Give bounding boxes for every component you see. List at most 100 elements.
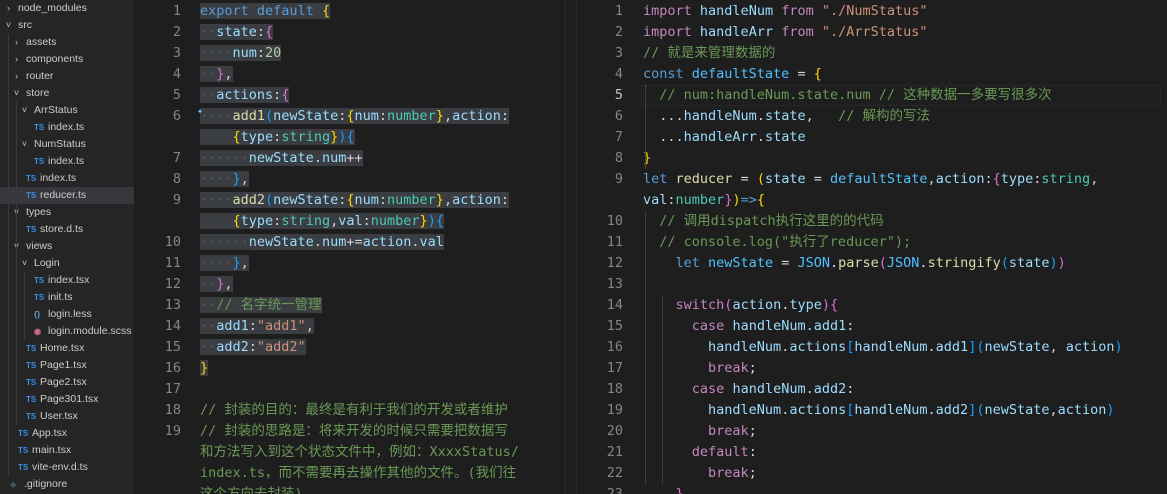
code-line[interactable]: 2 ··state:{ [135, 22, 565, 43]
code-line[interactable]: 22 break; [577, 463, 1167, 484]
code-token: let [675, 255, 700, 271]
tree-file[interactable]: TS main.tsx [0, 442, 134, 459]
code-line[interactable]: 8} [577, 148, 1167, 169]
code-line[interactable]: 1 export default { [135, 1, 565, 22]
code-token: = [773, 255, 798, 271]
code-text: // 封装的思路是：将来开发的时候只需要把数据写 [200, 421, 508, 442]
tree-file[interactable]: TS index.ts [0, 170, 134, 187]
code-line[interactable]: 12 let newState = JSON.parse(JSON.string… [577, 253, 1167, 274]
tree-file[interactable]: TS Page301.tsx [0, 391, 134, 408]
code-line[interactable]: 16} [135, 358, 565, 379]
tree-folder[interactable]: › router [0, 68, 134, 85]
code-line[interactable]: 12 ··}, [135, 274, 565, 295]
tree-file[interactable]: TS reducer.ts [0, 187, 134, 204]
code-line[interactable]: 20 break; [577, 421, 1167, 442]
tree-file[interactable]: TS index.ts [0, 119, 134, 136]
code-line[interactable]: 13 ··// 名字统一管理 [135, 295, 565, 316]
code-line[interactable]: 14 ··add1:"add1", [135, 316, 565, 337]
code-line[interactable]: 11 // console.log("执行了reducer"); [577, 232, 1167, 253]
code-line[interactable]: 7 ······newState.num++ [135, 148, 565, 169]
tree-file[interactable]: ◉ login.module.scss [0, 323, 134, 340]
code-line[interactable]: 13 [577, 274, 1167, 295]
code-line[interactable]: 9 let reducer = (state = defaultState,act… [577, 169, 1167, 190]
tree-item-label: NumStatus [34, 138, 86, 150]
code-token: state [1008, 255, 1050, 271]
code-text: ··// 名字统一管理 [200, 295, 322, 316]
code-line[interactable]: 和方法写入到这个状态文件中，例如：XxxxStatus/ [135, 442, 565, 463]
tree-file[interactable]: TS init.ts [0, 289, 134, 306]
tree-file[interactable]: TS index.tsx [0, 272, 134, 289]
tree-file[interactable]: TS Page2.tsx [0, 374, 134, 391]
tree-file[interactable]: TS App.tsx [0, 425, 134, 442]
tree-file[interactable]: TS User.tsx [0, 408, 134, 425]
code-line[interactable]: 4 ··}, [135, 64, 565, 85]
code-line[interactable]: 18 // 封装的目的：最终是有利于我们的开发或者维护 [135, 400, 565, 421]
code-line[interactable]: 19 handleNum.actions[handleNum.add2](new… [577, 400, 1167, 421]
code-line[interactable]: val:number})=>{ [577, 190, 1167, 211]
editor-split-divider[interactable] [565, 0, 577, 494]
code-line[interactable]: 17 break; [577, 358, 1167, 379]
code-line[interactable]: 19 // 封装的思路是：将来开发的时候只需要把数据写 [135, 421, 565, 442]
tree-folder[interactable]: ˅ store [0, 85, 134, 102]
tree-folder[interactable]: › assets [0, 34, 134, 51]
code-line[interactable]: 10 ······newState.num+=action.val [135, 232, 565, 253]
tree-folder[interactable]: › components [0, 51, 134, 68]
code-token: : [667, 192, 676, 208]
lightbulb-icon[interactable]: ✦ [197, 106, 209, 118]
tree-folder[interactable]: ˅ NumStatus [0, 136, 134, 153]
editor-right[interactable]: 1 import handleNum from "./NumStatus" 2 imp… [577, 0, 1167, 494]
code-line[interactable]: 这个方向去封装) [135, 484, 565, 494]
code-line[interactable]: index.ts，而不需要再去操作其他的文件。(我们往 [135, 463, 565, 484]
code-line[interactable]: 18 case handleNum.add2: [577, 379, 1167, 400]
tree-folder[interactable]: ˅views [0, 238, 134, 255]
code-line[interactable]: 2 import handleArr from "./ArrStatus" [577, 22, 1167, 43]
code-line[interactable]: 5 ··actions:{ [135, 85, 565, 106]
tree-file[interactable]: TS Page1.tsx [0, 357, 134, 374]
code-token: => [740, 192, 757, 208]
code-text: ····}, [200, 169, 249, 190]
code-line[interactable]: 6 ...handleNum.state, // 解构的写法 [577, 106, 1167, 127]
code-line[interactable]: 3 ····num:20 [135, 43, 565, 64]
code-line[interactable]: 11 ····}, [135, 253, 565, 274]
tree-item-label: Page2.tsx [40, 376, 87, 388]
code-line[interactable]: 14 switch(action.type){ [577, 295, 1167, 316]
editor-left[interactable]: 1 export default {2 ··state:{3 ····num:20 4 ·… [135, 0, 565, 494]
tree-folder[interactable]: ˅ ArrStatus [0, 102, 134, 119]
code-line[interactable]: {type:string}){ [135, 127, 565, 148]
code-line[interactable]: 16 handleNum.actions[handleNum.add1](new… [577, 337, 1167, 358]
tree-file[interactable]: TS vite-env.d.ts [0, 459, 134, 476]
tree-file[interactable]: ◆ .gitignore [0, 476, 134, 493]
tree-file[interactable]: TS index.ts [0, 153, 134, 170]
code-line[interactable]: {type:string,val:number}){ [135, 211, 565, 232]
tree-folder[interactable]: ˅ src [0, 17, 134, 34]
code-line[interactable]: 15 case handleNum.add1: [577, 316, 1167, 337]
code-line[interactable]: 17 [135, 379, 565, 400]
tree-folder[interactable]: ˅ Login [0, 255, 134, 272]
code-line[interactable]: 10 // 调用dispatch执行这里的的代码 [577, 211, 1167, 232]
code-line[interactable]: 4 const defaultState = { [577, 64, 1167, 85]
tree-file[interactable]: {} login.less [0, 306, 134, 323]
typescript-file-icon: TS [18, 446, 29, 455]
code-line[interactable]: 5 // num:handleNum.state.num // 这种数据一多要写… [577, 85, 1167, 106]
tree-folder[interactable]: ˅types [0, 204, 134, 221]
code-line[interactable]: 1 import handleNum from "./NumStatus" [577, 1, 1167, 22]
code-token: action [732, 297, 782, 313]
code-line[interactable]: 15 ··add2:"add2" [135, 337, 565, 358]
code-token: += [346, 234, 363, 250]
tree-file[interactable]: TS Home.tsx [0, 340, 134, 357]
code-line[interactable]: 7 ...handleArr.state [577, 127, 1167, 148]
tree-folder[interactable]: › node_modules [0, 0, 134, 17]
code-token: , [443, 192, 453, 208]
code-line[interactable]: 8 ····}, [135, 169, 565, 190]
code-text: // 就是来管理数据的 [643, 43, 775, 64]
tree-file[interactable]: TS store.d.ts [0, 221, 134, 238]
code-token: } [330, 129, 339, 145]
code-line[interactable]: 21 default: [577, 442, 1167, 463]
code-token: . [927, 339, 936, 355]
code-line[interactable]: 9 ····add2(newState:{num:number},action: [135, 190, 565, 211]
code-token: // 名字统一管理 [216, 297, 322, 313]
code-token: import [643, 24, 692, 40]
code-line[interactable]: 3 // 就是来管理数据的 [577, 43, 1167, 64]
code-line[interactable]: 23 } [577, 484, 1167, 494]
